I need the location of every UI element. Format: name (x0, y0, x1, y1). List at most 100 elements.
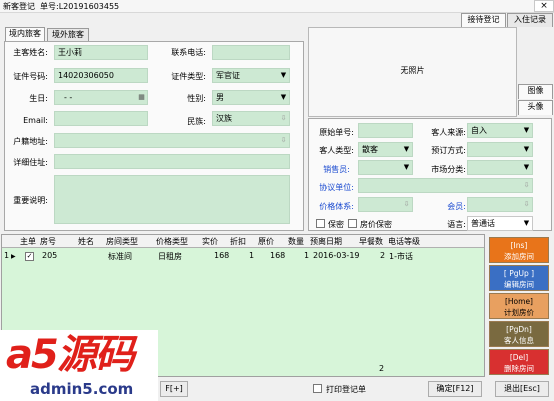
cell-leave: 2016-03-19 (313, 251, 360, 260)
ok-button[interactable]: 确定[F12] (428, 381, 482, 397)
col-orig: 原价 (258, 237, 274, 246)
watermark-brand: a5源码 (6, 332, 135, 378)
source-label: 客人来源: (431, 128, 466, 137)
guest-type-label: 客人类型: (319, 146, 354, 155)
cell-room-type: 标准间 (108, 252, 132, 261)
arrow-down-icon: ⇩ (523, 200, 530, 208)
cell-price-type: 日租房 (158, 252, 182, 261)
edit-room-button[interactable]: [ PgUp ] 编辑房间 (489, 265, 549, 291)
orig-no-input[interactable] (358, 123, 413, 138)
chevron-down-icon: ▼ (280, 71, 287, 79)
booking-label: 预订方式: (431, 146, 466, 155)
col-qty: 数量 (288, 237, 304, 246)
agreement-label[interactable]: 协议单位: (310, 182, 354, 193)
arrow-down-icon: ⇩ (280, 136, 287, 144)
cell-phone: 1-市话 (389, 252, 413, 261)
tab-image[interactable]: 图像 (518, 84, 553, 99)
chevron-down-icon: ▼ (523, 219, 530, 227)
phone-input[interactable] (212, 45, 290, 60)
room-secret-checkbox[interactable] (348, 219, 357, 228)
remarks-textarea[interactable] (54, 175, 290, 224)
cell-qty: 1 (304, 251, 310, 260)
arrow-down-icon: ⇩ (523, 181, 530, 189)
plan-price-button[interactable]: [Home] 计划房价 (489, 293, 549, 319)
grid-footer-count: 2 (379, 364, 385, 373)
tab-checkin-records[interactable]: 入住记录 (507, 13, 553, 27)
table-row[interactable]: 1 ▶ ✓ 205 标准间 日租房 168 1 168 1 2016-03-19… (2, 250, 484, 263)
source-value: 自入 (471, 126, 487, 135)
guest-info-key: [PgDn] (506, 325, 532, 334)
tab-avatar[interactable]: 头像 (518, 100, 553, 115)
market-select[interactable]: ▼ (467, 160, 533, 175)
id-type-select[interactable]: 军官证 ▼ (212, 68, 290, 83)
add-room-key: [Ins] (510, 241, 528, 250)
print-checkbox[interactable] (313, 384, 322, 393)
tab-domestic[interactable]: 境内旅客 (5, 27, 45, 42)
guest-type-value: 散客 (362, 145, 378, 154)
col-price-type: 价格类型 (156, 237, 188, 246)
secret-checkbox[interactable] (316, 219, 325, 228)
delete-room-key: [Del] (509, 353, 529, 362)
tab-foreign[interactable]: 境外旅客 (47, 28, 89, 42)
col-discount: 折扣 (230, 237, 246, 246)
guest-info-button[interactable]: [PgDn] 客人信息 (489, 321, 549, 347)
source-select[interactable]: 自入 ▼ (467, 123, 533, 138)
sales-select[interactable]: ▼ (358, 160, 413, 175)
member-label[interactable]: 会员: (420, 201, 466, 212)
edit-room-key: [ PgUp ] (503, 269, 535, 278)
birthday-label: 生日: (29, 94, 48, 103)
guest-type-select[interactable]: 散客 ▼ (358, 142, 413, 157)
gender-value: 男 (216, 93, 224, 102)
gender-select[interactable]: 男 ▼ (212, 90, 290, 105)
market-label: 市场分类: (431, 165, 466, 174)
price-system-input[interactable]: ⇩ (358, 197, 413, 212)
cell-room: 205 (42, 251, 58, 260)
language-select[interactable]: 普通话 ▼ (467, 216, 533, 231)
chevron-down-icon: ▼ (523, 126, 530, 134)
birthday-input[interactable]: - - ▦ (54, 90, 148, 105)
col-main: 主单 (20, 237, 36, 246)
calendar-icon[interactable]: ▦ (136, 91, 147, 104)
room-secret-label: 房价保密 (360, 220, 392, 229)
main-checkbox[interactable]: ✓ (25, 252, 34, 261)
cell-breakfast: 2 (380, 251, 386, 260)
booking-select[interactable]: ▼ (467, 142, 533, 157)
member-input[interactable]: ⇩ (467, 197, 533, 212)
photo-box[interactable]: 无照片 (308, 27, 517, 117)
ethnic-select[interactable]: 汉族 ⇩ (212, 111, 290, 126)
col-actual: 实价 (202, 237, 218, 246)
col-name: 姓名 (78, 237, 94, 246)
address-label: 详细住址: (13, 158, 48, 167)
col-phone: 电话等级 (388, 237, 420, 246)
gender-label: 性别: (187, 94, 206, 103)
household-input[interactable]: ⇩ (54, 133, 290, 148)
id-no-input[interactable]: 14020306050 (54, 68, 148, 83)
address-input[interactable] (54, 154, 290, 169)
birthday-value: - - (64, 93, 73, 102)
email-input[interactable] (54, 111, 148, 126)
chevron-down-icon: ▼ (280, 93, 287, 101)
ethnic-label: 民族: (187, 117, 206, 126)
price-system-label[interactable]: 价格体系: (310, 201, 354, 212)
arrow-down-icon: ⇩ (280, 114, 287, 122)
add-room-button[interactable]: [Ins] 添加房间 (489, 237, 549, 263)
agreement-input[interactable]: ⇩ (358, 178, 533, 193)
chevron-down-icon: ▼ (403, 163, 410, 171)
phone-label: 联系电话: (171, 48, 206, 57)
col-leave: 预离日期 (310, 237, 342, 246)
main-guest-input[interactable]: 王小莉 (54, 45, 148, 60)
no-photo-text: 无照片 (400, 66, 425, 75)
chevron-down-icon: ▼ (523, 163, 530, 171)
watermark-logo: a5源码 admin5.com (0, 330, 158, 401)
tab-reception[interactable]: 接待登记 (461, 13, 506, 28)
bottom-left-button[interactable]: F[+] (160, 381, 188, 397)
delete-room-button[interactable]: [Del] 删除房间 (489, 349, 549, 375)
guest-info-label: 客人信息 (504, 336, 534, 345)
close-button[interactable]: × (534, 0, 554, 12)
sales-label[interactable]: 销售员: (310, 164, 350, 175)
main-guest-label: 主客姓名: (13, 48, 48, 57)
title-bar: 新客登记 单号:L20191603455 (0, 0, 554, 13)
cell-actual: 168 (214, 251, 230, 260)
exit-button[interactable]: 退出[Esc] (495, 381, 549, 397)
edit-room-label: 编辑房间 (504, 280, 534, 289)
